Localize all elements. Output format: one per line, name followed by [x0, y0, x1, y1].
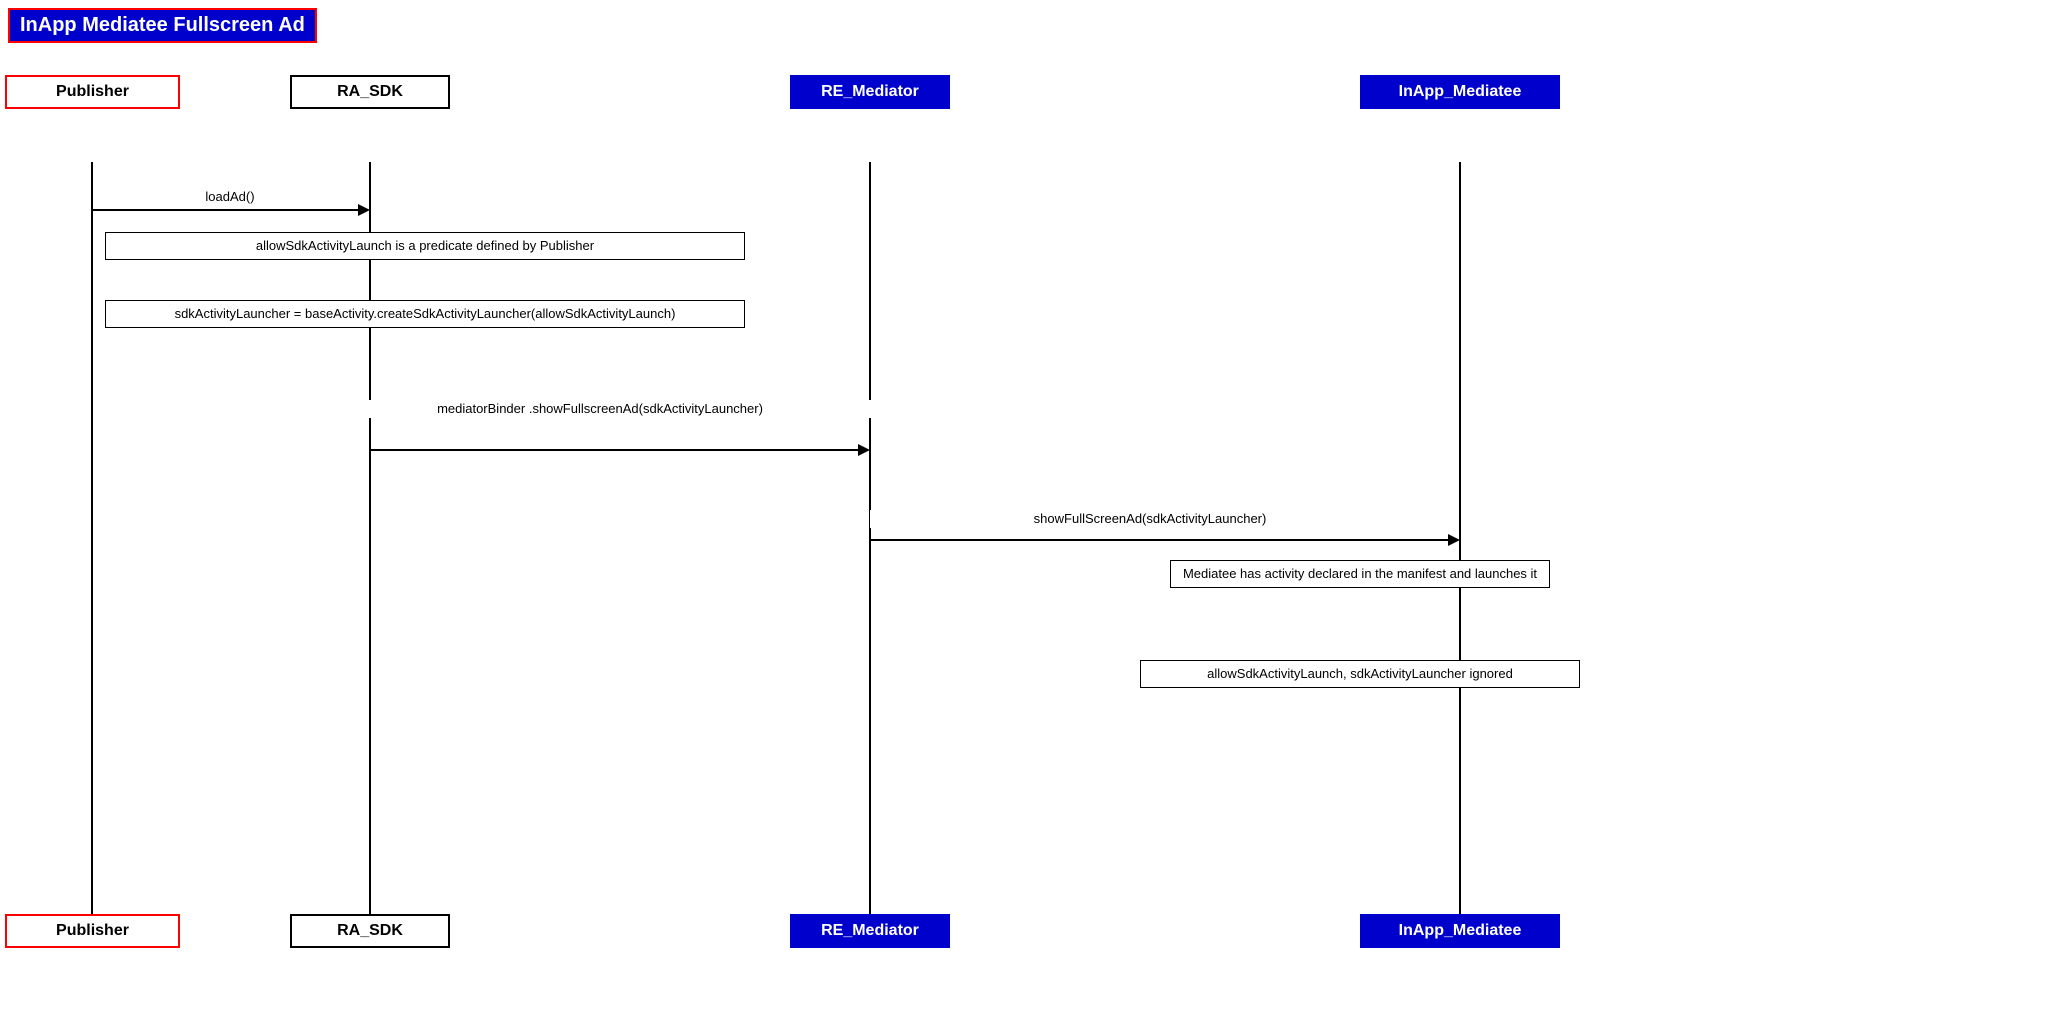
actor-inapp-mediatee-top: InApp_Mediatee: [1360, 75, 1560, 109]
actor-ra-sdk-top: RA_SDK: [290, 75, 450, 109]
msg-sdk-activity-launcher: sdkActivityLauncher = baseActivity.creat…: [105, 300, 745, 328]
actor-publisher-bot: Publisher: [5, 914, 180, 948]
diagram-container: InApp Mediatee Fullscreen Ad Publisher R…: [0, 0, 2048, 1019]
actor-re-mediator-bot: RE_Mediator: [790, 914, 950, 948]
msg-allow-sdk-ignored: allowSdkActivityLaunch, sdkActivityLaunc…: [1140, 660, 1580, 688]
msg-loadad: loadAd(): [130, 188, 330, 206]
actor-inapp-mediatee-bot: InApp_Mediatee: [1360, 914, 1560, 948]
msg-mediatee-activity: Mediatee has activity declared in the ma…: [1170, 560, 1550, 588]
msg-mediator-binder: mediatorBinder .showFullscreenAd(sdkActi…: [310, 400, 890, 418]
actor-ra-sdk-bot: RA_SDK: [290, 914, 450, 948]
msg-show-fullscreen-ad: showFullScreenAd(sdkActivityLauncher): [870, 510, 1430, 528]
diagram-title: InApp Mediatee Fullscreen Ad: [8, 8, 317, 43]
actor-publisher-top: Publisher: [5, 75, 180, 109]
msg-allow-sdk-note: allowSdkActivityLaunch is a predicate de…: [105, 232, 745, 260]
actor-re-mediator-top: RE_Mediator: [790, 75, 950, 109]
